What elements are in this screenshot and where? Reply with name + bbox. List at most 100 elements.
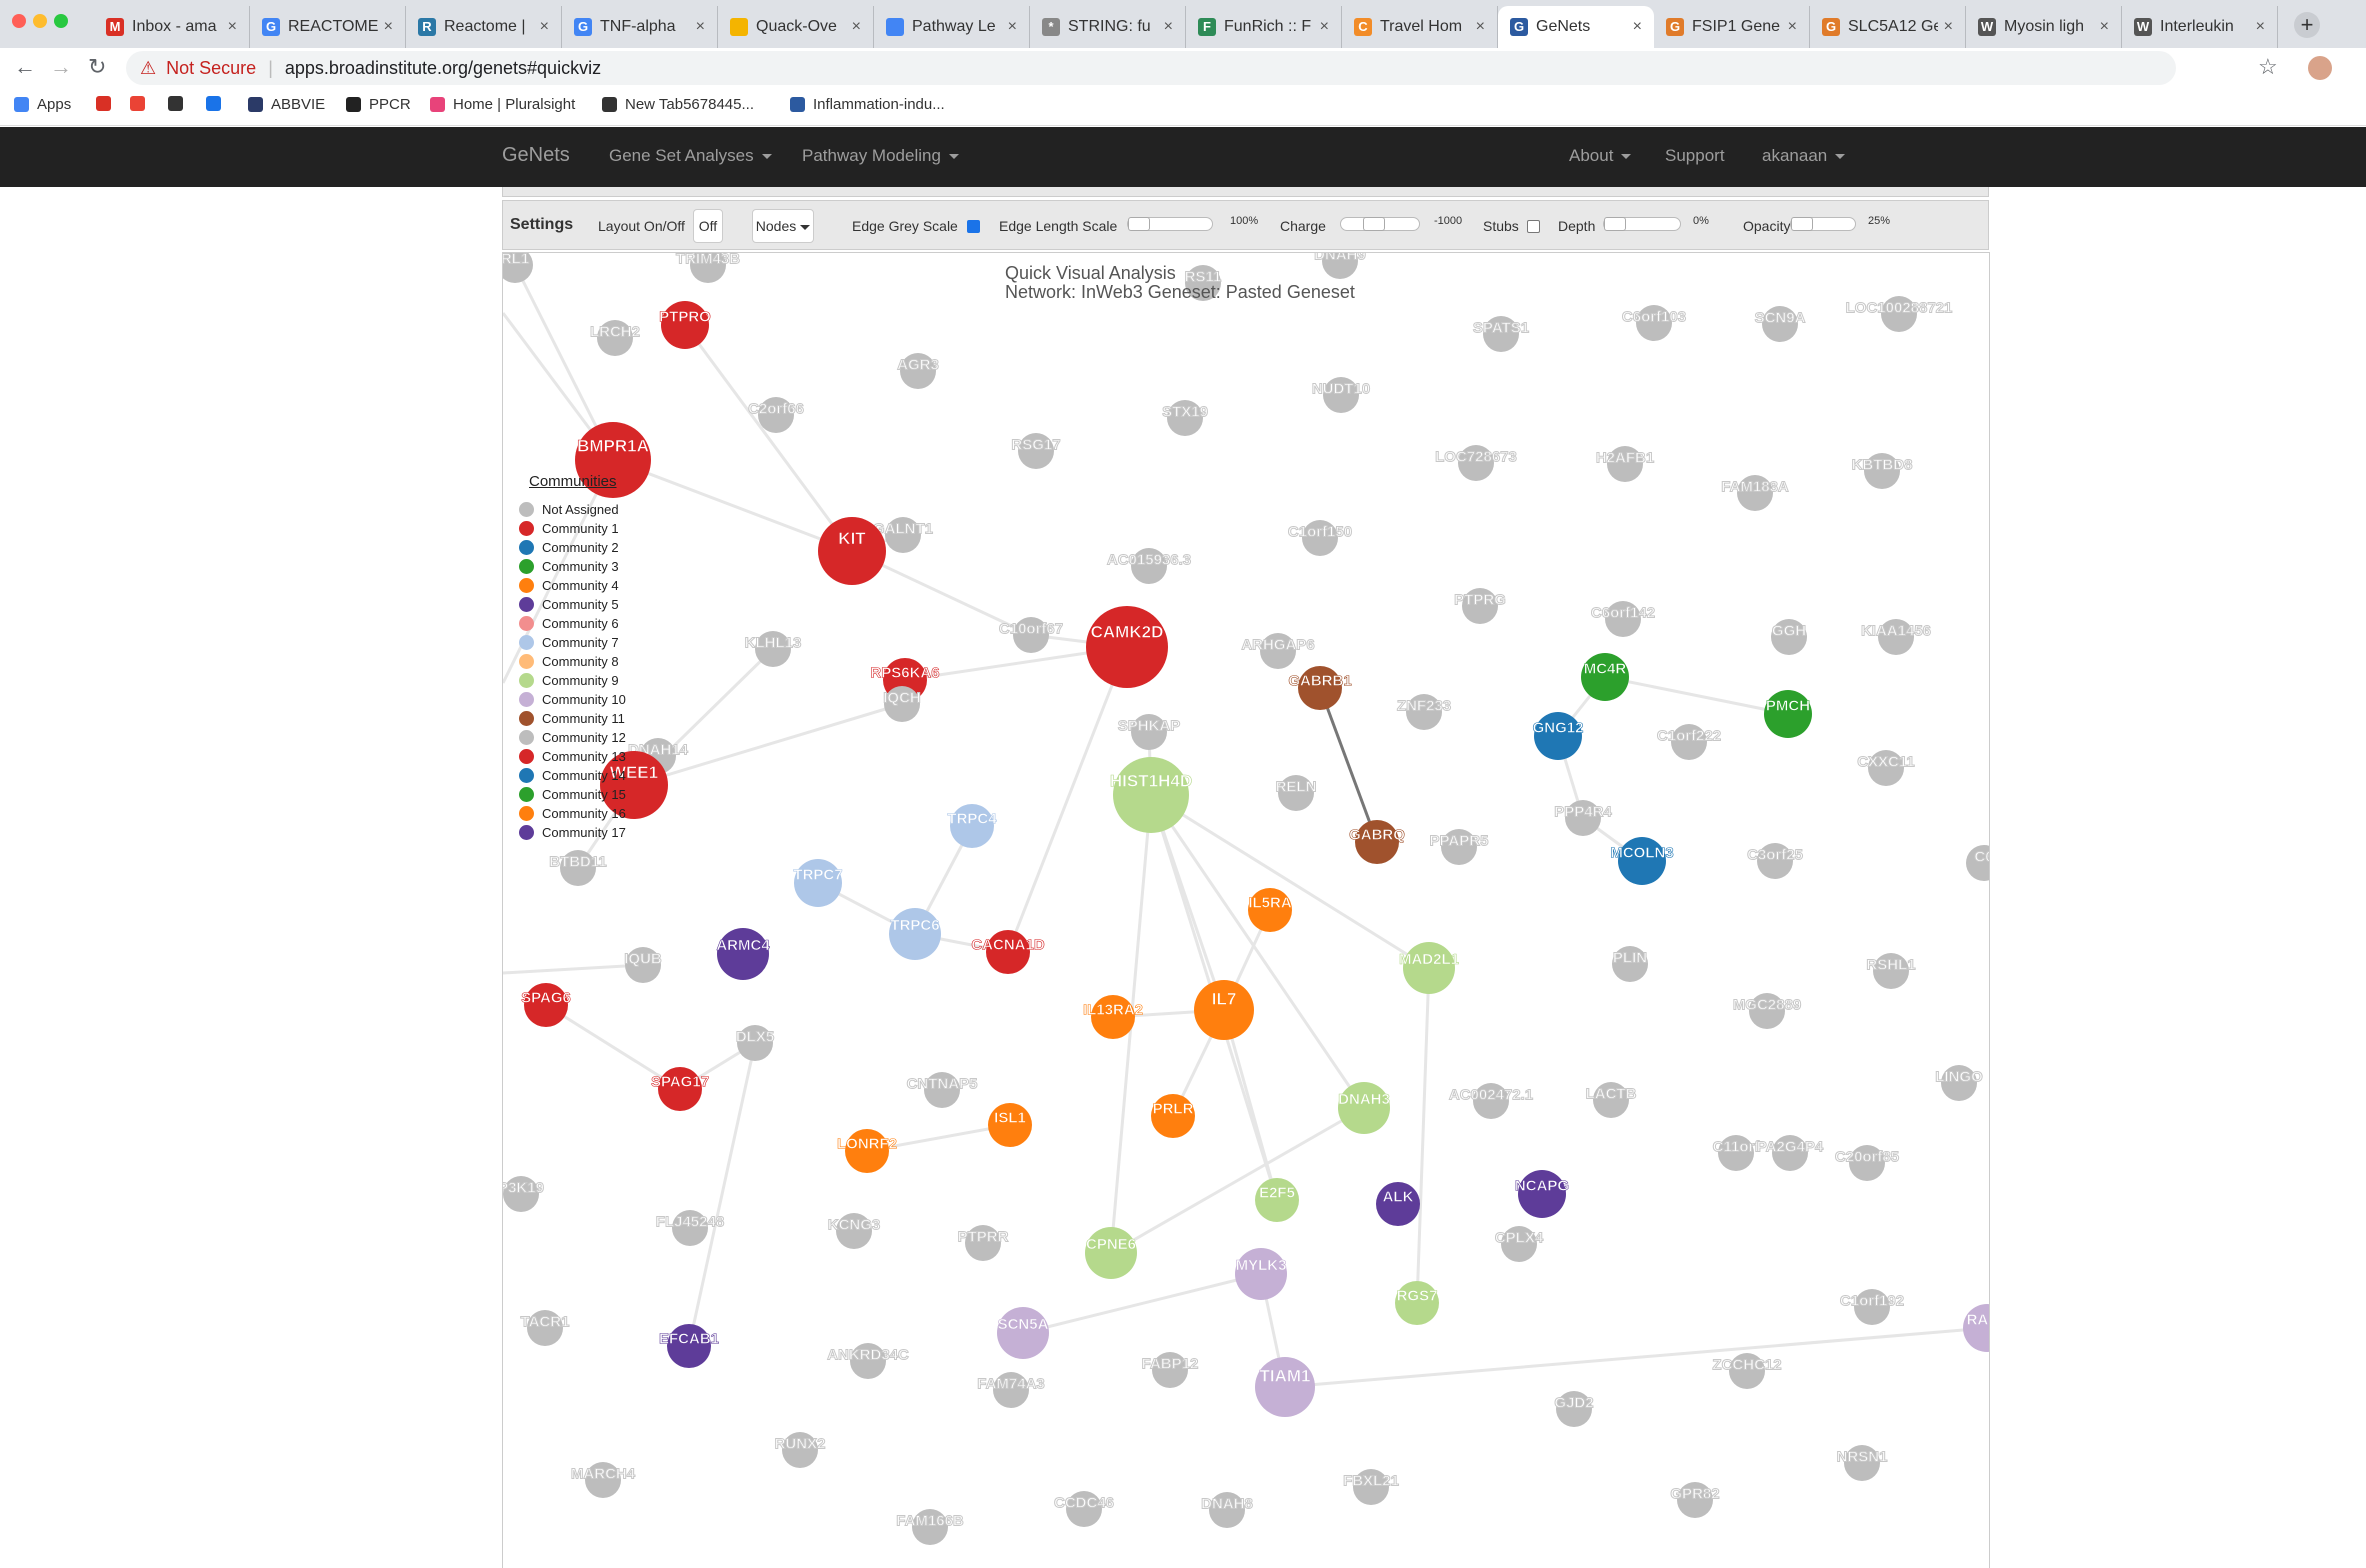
forward-arrow-icon[interactable]: → bbox=[50, 54, 72, 80]
browser-tab[interactable]: Pathway Le × bbox=[874, 6, 1030, 48]
browser-tab[interactable]: W Myosin ligh × bbox=[1966, 6, 2122, 48]
network-node[interactable]: IL13RA2 bbox=[1083, 995, 1143, 1039]
network-node[interactable]: STX19 bbox=[1162, 400, 1208, 436]
bookmark-item[interactable] bbox=[206, 96, 229, 111]
network-node[interactable]: CACNA1D bbox=[971, 930, 1045, 974]
network-node[interactable]: RELN bbox=[1275, 775, 1317, 811]
browser-tab[interactable]: W Interleukin × bbox=[2122, 6, 2278, 48]
node-circle[interactable] bbox=[997, 1307, 1049, 1359]
nodes-dropdown[interactable]: Nodes bbox=[752, 209, 814, 243]
new-tab-button[interactable]: + bbox=[2294, 12, 2320, 38]
network-node[interactable]: SPHKAP bbox=[1117, 714, 1181, 750]
network-node[interactable]: CXXC11 bbox=[1857, 750, 1915, 786]
close-tab-icon[interactable]: × bbox=[540, 18, 549, 36]
network-node[interactable]: PTPRG bbox=[1454, 588, 1506, 624]
support-link[interactable]: Support bbox=[1665, 146, 1725, 166]
node-circle[interactable] bbox=[889, 908, 941, 960]
close-tab-icon[interactable]: × bbox=[1633, 18, 1642, 36]
layout-toggle-button[interactable]: Off bbox=[693, 209, 723, 243]
network-node[interactable]: ARMC4 bbox=[716, 928, 771, 980]
network-node[interactable]: LACTB bbox=[1585, 1082, 1637, 1118]
close-tab-icon[interactable]: × bbox=[1164, 18, 1173, 36]
network-node[interactable]: MYLK3 bbox=[1235, 1248, 1287, 1300]
browser-tab[interactable]: G FSIP1 Gene × bbox=[1654, 6, 1810, 48]
network-node[interactable]: KCNG3 bbox=[827, 1213, 881, 1249]
network-node[interactable]: PPAPR5 bbox=[1429, 829, 1489, 865]
network-node[interactable]: FAM183A bbox=[1721, 475, 1789, 511]
slider-knob[interactable] bbox=[1363, 217, 1385, 231]
network-node[interactable]: MARCH4 bbox=[570, 1462, 636, 1498]
network-node[interactable]: DNAH8 bbox=[1201, 1492, 1253, 1528]
network-node[interactable]: C1orf150 bbox=[1287, 520, 1353, 556]
network-node[interactable]: C10orf67 bbox=[998, 617, 1064, 653]
network-node[interactable]: HIST1H4D bbox=[1110, 757, 1192, 833]
network-node[interactable]: LOC728673 bbox=[1435, 445, 1517, 481]
back-arrow-icon[interactable]: ← bbox=[14, 54, 36, 80]
reload-icon[interactable]: ↻ bbox=[88, 54, 106, 80]
network-node[interactable]: GPR82 bbox=[1670, 1482, 1720, 1518]
network-node[interactable]: IQCH bbox=[883, 686, 921, 722]
star-bookmark-icon[interactable]: ☆ bbox=[2258, 54, 2278, 80]
about-menu[interactable]: About bbox=[1569, 146, 1632, 166]
network-node[interactable]: KLHL13 bbox=[744, 631, 802, 667]
network-node[interactable]: TIAM1 bbox=[1255, 1357, 1315, 1417]
node-circle[interactable] bbox=[1086, 606, 1168, 688]
network-node[interactable]: KBTBD8 bbox=[1851, 453, 1913, 489]
slider-knob[interactable] bbox=[1791, 217, 1813, 231]
network-node[interactable]: SPATS1 bbox=[1472, 316, 1530, 352]
close-tab-icon[interactable]: × bbox=[696, 18, 705, 36]
network-node[interactable]: IQUB bbox=[624, 947, 662, 983]
network-node[interactable]: FABP12 bbox=[1141, 1352, 1199, 1388]
network-node[interactable]: MGC2889 bbox=[1732, 993, 1802, 1029]
network-node[interactable]: E2F5 bbox=[1255, 1178, 1299, 1222]
browser-tab[interactable]: G GeNets × bbox=[1498, 6, 1654, 48]
network-node[interactable]: KIAA1456 bbox=[1860, 619, 1932, 655]
close-tab-icon[interactable]: × bbox=[384, 18, 393, 36]
network-node[interactable]: CCDC46 bbox=[1053, 1491, 1115, 1527]
bookmark-item[interactable] bbox=[168, 96, 191, 111]
bookmark-item[interactable]: ABBVIE bbox=[248, 96, 325, 113]
network-node[interactable]: SCN5A bbox=[997, 1307, 1049, 1359]
network-node[interactable]: GABRQ bbox=[1349, 820, 1406, 864]
node-circle[interactable] bbox=[1113, 757, 1189, 833]
network-node[interactable]: GNG12 bbox=[1532, 712, 1584, 760]
network-node[interactable]: SPAG6 bbox=[521, 983, 571, 1027]
browser-tab[interactable]: * STRING: fu × bbox=[1030, 6, 1186, 48]
close-tab-icon[interactable]: × bbox=[1944, 18, 1953, 36]
network-node[interactable]: PMCH bbox=[1764, 690, 1812, 738]
url-text[interactable]: apps.broadinstitute.org/genets#quickviz bbox=[285, 58, 601, 79]
network-node[interactable]: KIT bbox=[818, 517, 886, 585]
network-node[interactable]: CPNE6 bbox=[1085, 1227, 1137, 1279]
network-node[interactable]: NRSN1 bbox=[1836, 1445, 1888, 1481]
network-node[interactable]: CNTNAP5 bbox=[906, 1072, 978, 1108]
network-node[interactable]: PTPRR bbox=[957, 1225, 1009, 1261]
network-node[interactable]: GABRB1 bbox=[1288, 666, 1352, 710]
network-node[interactable]: AC002472.1 bbox=[1448, 1083, 1534, 1119]
network-node[interactable]: BTBD11 bbox=[549, 850, 607, 886]
depth-slider[interactable] bbox=[1603, 217, 1681, 231]
network-node[interactable]: FBXL21 bbox=[1343, 1469, 1399, 1505]
node-circle[interactable] bbox=[818, 517, 886, 585]
close-tab-icon[interactable]: × bbox=[1320, 18, 1329, 36]
node-circle[interactable] bbox=[1403, 942, 1455, 994]
node-circle[interactable] bbox=[717, 928, 769, 980]
network-node[interactable]: TRPC7 bbox=[793, 859, 843, 907]
browser-tab[interactable]: F FunRich :: F × bbox=[1186, 6, 1342, 48]
pathway-modeling-menu[interactable]: Pathway Modeling bbox=[802, 146, 959, 166]
network-node[interactable]: RSG17 bbox=[1011, 433, 1061, 469]
gene-set-analyses-menu[interactable]: Gene Set Analyses bbox=[609, 146, 772, 166]
network-node[interactable]: SCN9A bbox=[1754, 306, 1806, 342]
network-node[interactable]: TRPC4 bbox=[947, 804, 998, 848]
brand-link[interactable]: GeNets bbox=[502, 144, 570, 167]
network-node[interactable]: C6 bbox=[1966, 845, 1990, 881]
network-node[interactable]: DLX5 bbox=[735, 1025, 775, 1061]
opacity-slider[interactable] bbox=[1790, 217, 1856, 231]
bookmark-item[interactable]: Apps bbox=[14, 96, 71, 113]
close-window-icon[interactable] bbox=[12, 14, 26, 28]
network-node[interactable]: AGR3 bbox=[897, 353, 939, 389]
network-node[interactable]: PPP4R4 bbox=[1554, 800, 1613, 836]
network-node[interactable]: LINGO bbox=[1935, 1065, 1984, 1101]
network-node[interactable]: PTPRO bbox=[659, 301, 711, 349]
network-node[interactable]: H2AFB1 bbox=[1595, 446, 1655, 482]
edge-length-slider[interactable] bbox=[1127, 217, 1213, 231]
